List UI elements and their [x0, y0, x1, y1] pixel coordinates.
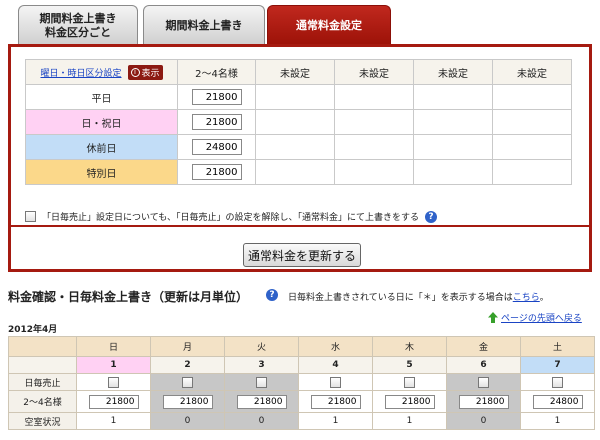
column-header: 未設定: [492, 59, 572, 85]
note-suffix: 。: [539, 293, 549, 303]
rate-calendar: 日 月 火 水 木 金 土 1 2 3 4 5 6 7 日毎売止 2～4名様 2…: [8, 336, 595, 430]
daily-rate-input[interactable]: [88, 394, 139, 409]
stop-sale-checkbox[interactable]: [256, 376, 267, 388]
row-label: 平日: [25, 84, 178, 110]
weekday-header: 月: [150, 336, 225, 357]
weekday-header: 水: [298, 336, 373, 357]
daily-rate-input[interactable]: [384, 394, 435, 409]
help-icon[interactable]: ?: [425, 210, 438, 223]
date-cell: 3: [224, 356, 299, 374]
column-header: 2～4名様: [177, 59, 256, 85]
vacancy-cell: 1: [372, 412, 447, 430]
row-label: 日・祝日: [25, 109, 178, 135]
rate-row-weekday: 平日: [25, 84, 572, 110]
update-normal-rate-button[interactable]: 通常料金を更新する: [243, 243, 361, 267]
daily-rate-input[interactable]: [310, 394, 361, 409]
rate-table: 曜日・時日区分設定 i 表示 2～4名様 未設定 未設定 未設定 未設定 平日 …: [25, 59, 572, 185]
column-header: 未設定: [334, 59, 414, 85]
weekday-header: 木: [372, 336, 447, 357]
date-cell: 6: [446, 356, 521, 374]
tab-label: 通常料金設定: [296, 18, 362, 32]
daily-rate-input[interactable]: [532, 394, 583, 409]
holiday-rate-input[interactable]: [191, 114, 242, 130]
section-note: 日毎料金上書きされている日に「＊」を表示する場合はこちら。: [288, 290, 549, 303]
date-cell: 2: [150, 356, 225, 374]
tab-label-line1: 期間料金上書き: [39, 11, 117, 25]
daily-rate-input[interactable]: [236, 394, 287, 409]
stop-sale-checkbox[interactable]: [478, 376, 489, 388]
help-icon[interactable]: ?: [266, 289, 278, 301]
stop-sale-checkbox[interactable]: [404, 376, 415, 388]
tab-period-override-by-category[interactable]: 期間料金上書き 料金区分ごと: [18, 5, 138, 45]
date-cell: 5: [372, 356, 447, 374]
override-note-text: 「日毎売止」設定日についても、「日毎売止」の設定を解除し、「通常料金」にて上書き…: [42, 213, 420, 223]
vacancy-cell: 1: [520, 412, 595, 430]
rate-row-holiday: 日・祝日: [25, 109, 572, 135]
stop-sale-checkbox[interactable]: [108, 376, 119, 388]
tab-bar: 期間料金上書き 料金区分ごと 期間料金上書き 通常料金設定: [10, 5, 590, 45]
daily-rate-input[interactable]: [458, 394, 509, 409]
date-cell: 1: [76, 356, 151, 374]
rate-row-special: 特別日: [25, 159, 572, 185]
column-header: 未設定: [413, 59, 493, 85]
show-button[interactable]: i 表示: [127, 64, 163, 80]
vacancy-cell: 1: [76, 412, 151, 430]
here-link[interactable]: こちら: [513, 293, 540, 303]
tab-label-line2: 料金区分ごと: [45, 25, 111, 39]
stop-sale-checkbox[interactable]: [182, 376, 193, 388]
column-header: 未設定: [255, 59, 335, 85]
weekday-header: 火: [224, 336, 299, 357]
row-label: 空室状況: [8, 412, 77, 430]
update-panel: 通常料金を更新する: [8, 226, 592, 272]
section-title: 料金確認・日毎料金上書き（更新は月単位）: [8, 290, 249, 304]
day-category-settings-link[interactable]: 曜日・時日区分設定: [40, 66, 121, 79]
override-checkbox[interactable]: [25, 211, 36, 222]
vacancy-cell: 0: [224, 412, 299, 430]
show-button-label: 表示: [141, 68, 160, 79]
tab-period-override[interactable]: 期間料金上書き: [143, 5, 265, 45]
rate-table-config-cell: 曜日・時日区分設定 i 表示: [25, 59, 178, 85]
stop-sale-checkbox[interactable]: [330, 376, 341, 388]
weekday-header: 金: [446, 336, 521, 357]
row-label: 休前日: [25, 134, 178, 160]
normal-rate-panel: 曜日・時日区分設定 i 表示 2～4名様 未設定 未設定 未設定 未設定 平日 …: [8, 44, 592, 226]
back-to-top[interactable]: ページの先頭へ戻る: [488, 311, 582, 324]
override-option: 「日毎売止」設定日についても、「日毎売止」の設定を解除し、「通常料金」にて上書き…: [25, 210, 438, 223]
tab-label: 期間料金上書き: [165, 18, 243, 32]
stop-sale-checkbox[interactable]: [552, 376, 563, 388]
date-cell: 7: [520, 356, 595, 374]
vacancy-cell: 0: [446, 412, 521, 430]
rate-row-pre-holiday: 休前日: [25, 134, 572, 160]
vacancy-cell: 1: [298, 412, 373, 430]
back-to-top-link[interactable]: ページの先頭へ戻る: [501, 311, 582, 324]
vacancy-cell: 0: [150, 412, 225, 430]
arrow-up-icon: [488, 312, 498, 323]
row-label: 日毎売止: [8, 373, 77, 391]
weekday-header: 日: [76, 336, 151, 357]
row-label: 特別日: [25, 159, 178, 185]
date-cell: 4: [298, 356, 373, 374]
row-label: 2～4名様: [8, 390, 77, 413]
info-icon: i: [130, 67, 140, 77]
note-text: 日毎料金上書きされている日に「＊」を表示する場合は: [288, 293, 513, 303]
weekday-rate-input[interactable]: [191, 89, 242, 105]
year-month-label: 2012年4月: [8, 325, 58, 335]
tab-normal-rate-settings[interactable]: 通常料金設定: [267, 5, 391, 45]
special-rate-input[interactable]: [191, 164, 242, 180]
daily-rate-input[interactable]: [162, 394, 213, 409]
pre-holiday-rate-input[interactable]: [191, 139, 242, 155]
weekday-header: 土: [520, 336, 595, 357]
